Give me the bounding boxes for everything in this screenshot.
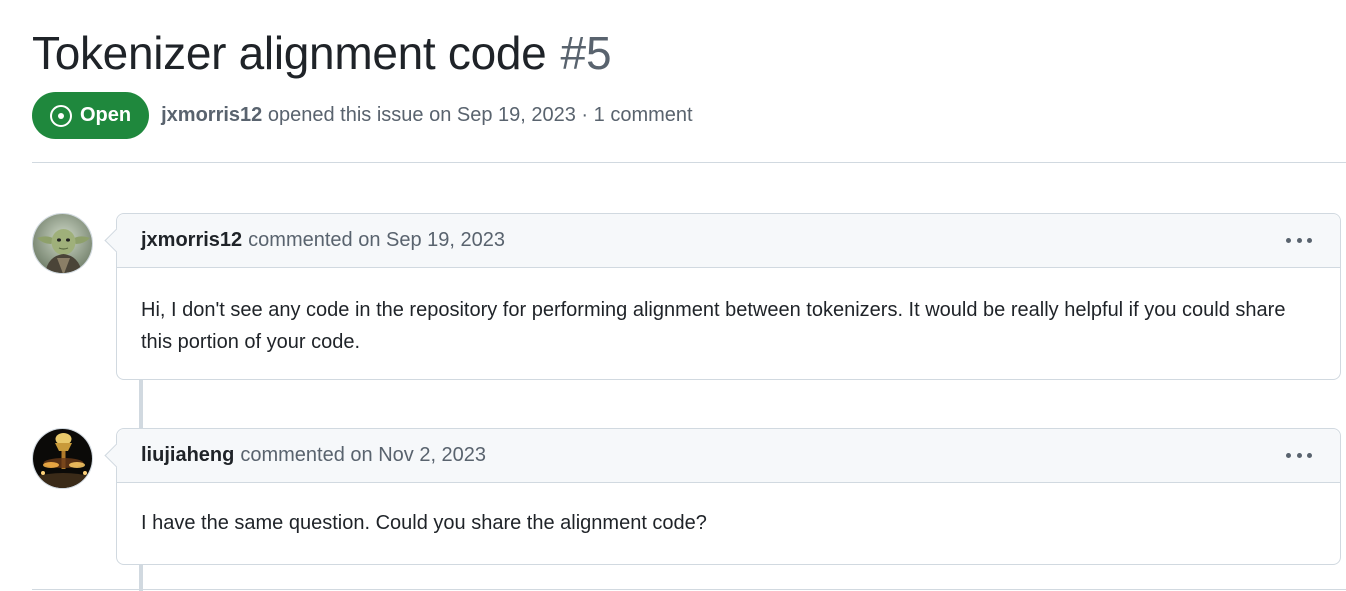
issue-meta-text: jxmorris12 opened this issue on Sep 19, …: [161, 104, 692, 127]
comment-author[interactable]: jxmorris12: [141, 229, 242, 252]
issue-title: Tokenizer alignment code: [32, 27, 547, 79]
comment-author[interactable]: liujiaheng: [141, 444, 234, 467]
yoda-avatar-icon: [33, 214, 92, 273]
issue-opened-text: opened this issue on Sep 19, 2023 · 1 co…: [267, 104, 693, 126]
issue-meta: Open jxmorris12 opened this issue on Sep…: [32, 92, 693, 139]
comment-header: jxmorris12 commented on Sep 19, 2023: [117, 214, 1340, 268]
issue-author-link[interactable]: jxmorris12: [161, 104, 262, 126]
issue-open-icon: [50, 104, 72, 127]
avatar[interactable]: [32, 213, 93, 274]
comment-body: I have the same question. Could you shar…: [141, 512, 707, 534]
comment-body: Hi, I don't see any code in the reposito…: [141, 299, 1286, 353]
night-light-avatar-icon: [33, 429, 92, 488]
issue-header: Tokenizer alignment code #5 Open jxmorri…: [32, 22, 1346, 139]
more-options-icon[interactable]: [1286, 445, 1312, 465]
comment-meta[interactable]: commented on Nov 2, 2023: [240, 444, 486, 467]
bottom-divider: [32, 589, 1346, 590]
more-options-icon[interactable]: [1286, 230, 1312, 250]
status-label: Open: [80, 104, 132, 126]
status-badge: Open: [32, 92, 150, 139]
issue-number: #5: [560, 27, 612, 79]
header-divider: [32, 162, 1346, 163]
avatar[interactable]: [32, 428, 93, 489]
comment-header: liujiaheng commented on Nov 2, 2023: [117, 429, 1340, 483]
comment-box: liujiaheng commented on Nov 2, 2023 I ha…: [116, 428, 1341, 565]
comment-box: jxmorris12 commented on Sep 19, 2023 Hi,…: [116, 213, 1341, 380]
title-row: Tokenizer alignment code #5: [32, 22, 1346, 84]
comment-meta[interactable]: commented on Sep 19, 2023: [248, 229, 505, 252]
